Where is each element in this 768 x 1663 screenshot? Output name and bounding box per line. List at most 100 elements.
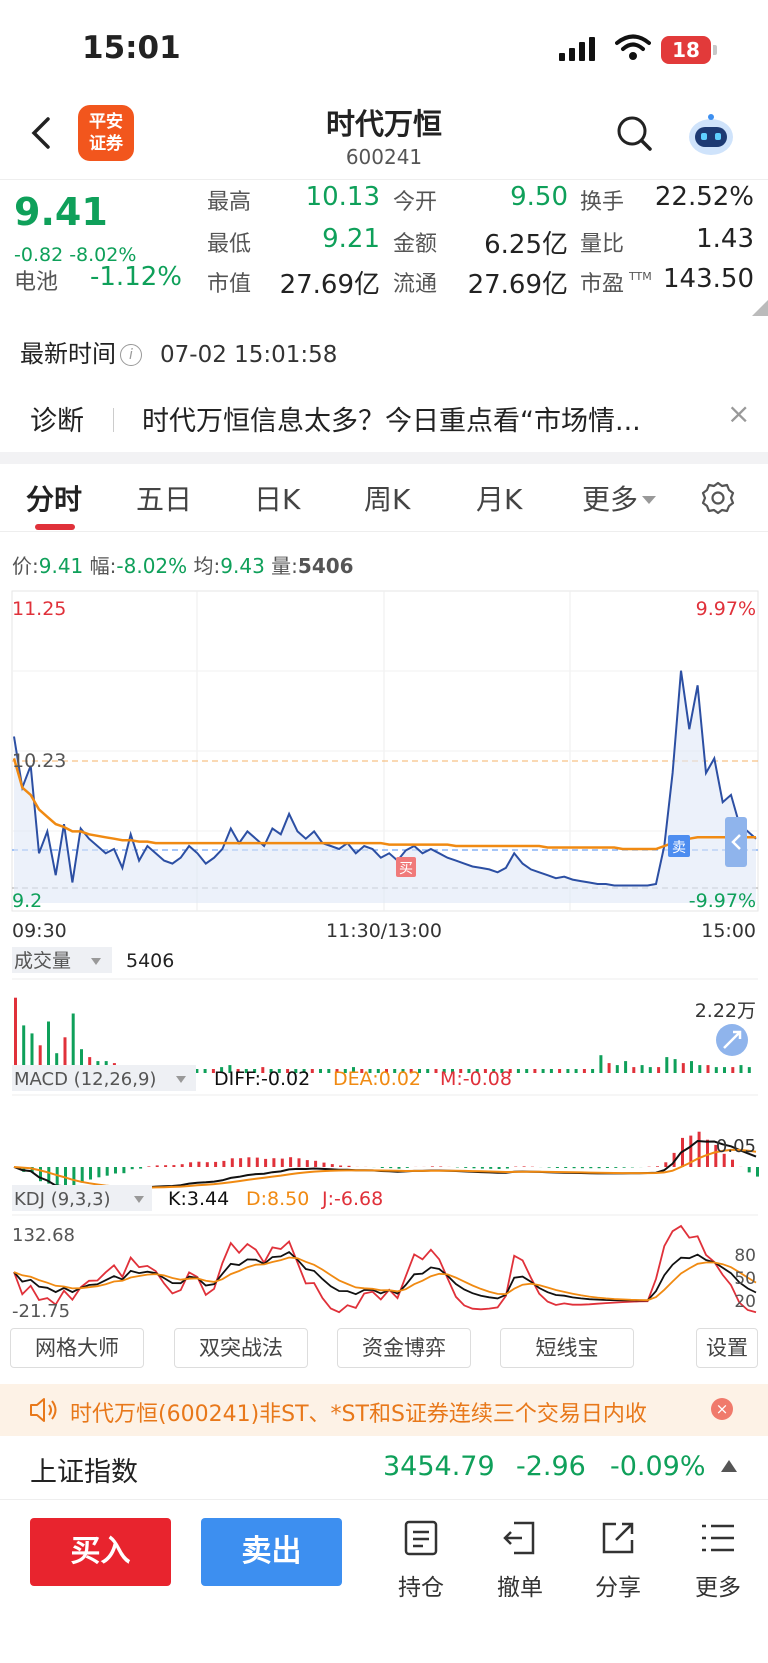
tools-settings-button[interactable]: 设置: [696, 1328, 758, 1368]
short-line-button[interactable]: 短线宝: [500, 1328, 634, 1368]
macd-bar: [122, 1167, 126, 1174]
volume-bar: [566, 1069, 570, 1073]
volume-bar: [706, 1065, 710, 1073]
high-value: 10.13: [305, 182, 380, 212]
macd-bar: [555, 1167, 559, 1168]
diagnosis-text[interactable]: 时代万恒信息太多？今日重点看“市场情...: [142, 399, 697, 438]
volume-bar: [739, 1065, 743, 1073]
macd-bar: [197, 1161, 201, 1167]
share-button[interactable]: 分享: [578, 1518, 658, 1602]
info-icon[interactable]: i: [120, 344, 142, 366]
low-value: 9.21: [322, 224, 380, 254]
price-label: 价:: [12, 554, 39, 578]
volume-bar: [558, 1069, 562, 1073]
macd-bar: [664, 1162, 668, 1167]
intraday-chart[interactable]: 11.25 10.23 9.2 9.97% -9.97% 买 卖 09:30 1…: [0, 585, 768, 1320]
volume-bar: [657, 1067, 661, 1073]
more-button[interactable]: 更多: [678, 1518, 758, 1602]
tab-five-day[interactable]: 五日: [136, 478, 192, 518]
volume-bar: [607, 1063, 611, 1073]
close-icon[interactable]: ×: [711, 1398, 733, 1420]
volume-bar: [747, 1067, 751, 1073]
active-tab-indicator: [35, 524, 75, 530]
search-icon[interactable]: [614, 113, 654, 153]
index-ticker[interactable]: 上证指数 3454.79 -2.96 -0.09%: [0, 1436, 768, 1500]
kdj-top-label: 132.68: [12, 1225, 75, 1246]
macd-bar: [280, 1158, 284, 1167]
macd-bar: [480, 1167, 484, 1169]
expand-up-icon[interactable]: [721, 1460, 737, 1472]
macd-bar: [756, 1167, 759, 1177]
volume-bar: [714, 1067, 718, 1073]
volume-value: 5406: [126, 950, 174, 972]
macd-bar: [255, 1157, 259, 1167]
index-value: 3454.79: [383, 1451, 495, 1482]
macd-bar: [547, 1167, 551, 1168]
tab-daily-k[interactable]: 日K: [254, 478, 300, 518]
kdj-j: J:-6.68: [321, 1188, 383, 1210]
tab-weekly-k[interactable]: 周K: [364, 478, 410, 518]
gear-icon[interactable]: [700, 480, 736, 516]
speaker-icon: [30, 1398, 57, 1422]
tab-intraday[interactable]: 分时: [26, 478, 82, 518]
notice-text[interactable]: 时代万恒(600241)非ST、*ST和S证券连续三个交易日内收: [70, 1396, 690, 1428]
tab-more[interactable]: 更多: [582, 478, 657, 518]
axis-bottom-price: 9.2: [12, 890, 42, 912]
collapse-handle[interactable]: [725, 817, 747, 867]
macd-bar: [230, 1158, 234, 1167]
macd-bar: [105, 1167, 109, 1176]
close-icon[interactable]: ×: [727, 397, 750, 430]
x-label-close: 15:00: [701, 920, 756, 942]
notice-banner[interactable]: 时代万恒(600241)非ST、*ST和S证券连续三个交易日内收 ×: [0, 1384, 768, 1436]
volume-bar: [681, 1063, 685, 1073]
macd-bar: [339, 1165, 343, 1167]
index-name: 上证指数: [30, 1457, 138, 1488]
macd-bar: [80, 1167, 84, 1183]
tab-monthly-k[interactable]: 月K: [476, 478, 522, 518]
pe-value: 143.50: [663, 264, 754, 294]
buy-button[interactable]: 买入: [30, 1518, 171, 1586]
index-change: -2.96: [516, 1451, 586, 1482]
holdings-button[interactable]: 持仓: [381, 1518, 461, 1602]
diagnosis-banner[interactable]: 诊断 时代万恒信息太多？今日重点看“市场情... ×: [0, 385, 768, 455]
tab-more-label: 更多: [582, 483, 639, 516]
volume-bar: [533, 1069, 537, 1073]
more-label: 更多: [695, 1575, 741, 1601]
sector-change: -1.12%: [90, 262, 182, 292]
volume-bar: [648, 1067, 652, 1073]
sector-label[interactable]: 电池: [14, 264, 58, 296]
volume-bar: [327, 1069, 331, 1073]
macd-bar: [347, 1165, 351, 1167]
grid-master-button[interactable]: 网格大师: [10, 1328, 144, 1368]
buy-marker: 买: [399, 861, 413, 877]
expand-corner-icon[interactable]: [752, 300, 768, 316]
macd-bar: [464, 1167, 468, 1168]
ai-assistant-icon[interactable]: [686, 113, 736, 157]
axis-bottom-pct: -9.97%: [689, 890, 756, 912]
vol-value: 5406: [297, 554, 354, 578]
macd-bar: [189, 1162, 193, 1167]
macd-diff: DIFF:-0.02: [214, 1068, 310, 1090]
macd-bar: [305, 1160, 309, 1167]
update-timestamp: 07-02 15:01:58: [160, 342, 338, 368]
macd-bar: [380, 1167, 384, 1168]
volume-bar: [591, 1069, 595, 1073]
macd-bar: [247, 1157, 251, 1167]
macd-bar: [622, 1167, 626, 1168]
volume-bar: [525, 1069, 529, 1073]
cancel-order-button[interactable]: 撤单: [480, 1518, 560, 1602]
float-label: 流通: [393, 272, 438, 297]
macd-bar: [114, 1167, 117, 1174]
kdj-level-20: 20: [734, 1292, 756, 1312]
sell-button[interactable]: 卖出: [201, 1518, 342, 1586]
stock-header: 平安 证券 时代万恒 600241: [0, 95, 768, 180]
fund-game-button[interactable]: 资金博弈: [337, 1328, 471, 1368]
double-break-button[interactable]: 双突战法: [174, 1328, 308, 1368]
macd-bar: [747, 1167, 751, 1173]
macd-bar: [164, 1165, 168, 1167]
macd-bar: [97, 1167, 101, 1178]
macd-bar: [731, 1159, 734, 1167]
chart-info-row: 价:9.41 幅:-8.02% 均:9.43 量:5406: [12, 550, 354, 579]
diagnosis-label: 诊断: [30, 406, 84, 437]
macd-bar: [297, 1158, 301, 1167]
